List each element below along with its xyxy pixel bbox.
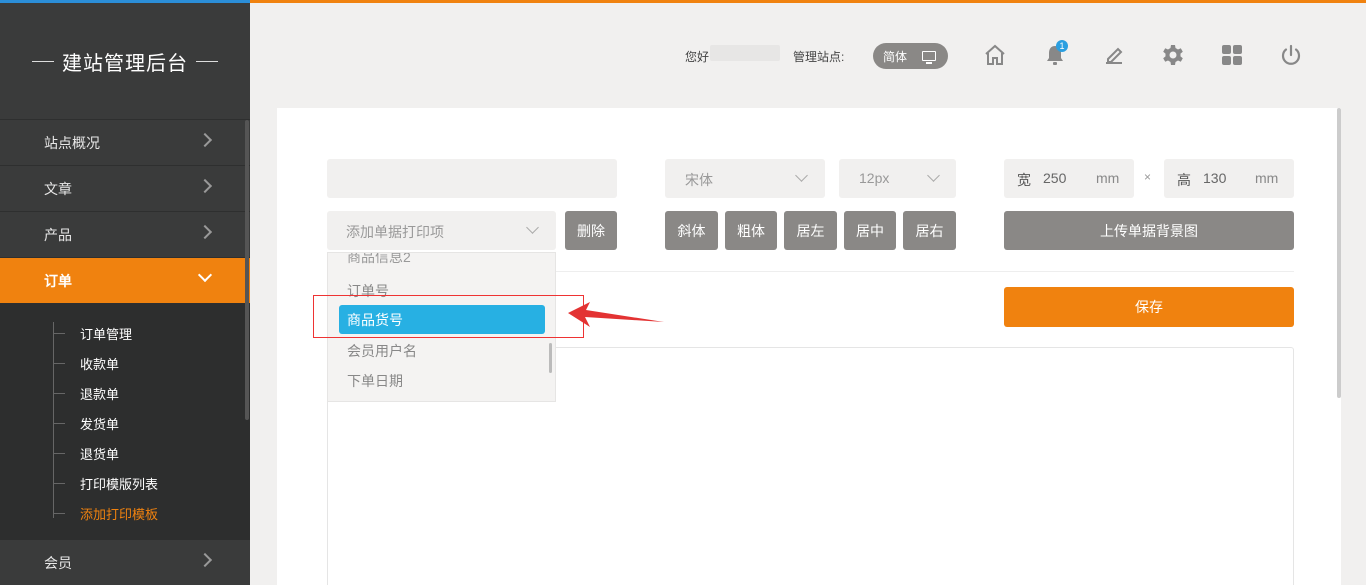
brand-dash-right bbox=[196, 60, 218, 62]
annotation-highlight-box bbox=[313, 295, 584, 338]
font-size-select[interactable]: 12px bbox=[839, 159, 956, 198]
sidebar-item-articles[interactable]: 文章 bbox=[0, 166, 250, 212]
width-label: 宽 bbox=[1017, 172, 1031, 188]
save-button[interactable]: 保存 bbox=[1004, 287, 1294, 327]
grid-icon[interactable] bbox=[1218, 41, 1246, 69]
subnav-item-add-print-template[interactable]: 添加打印模板 bbox=[0, 498, 250, 528]
monitor-icon bbox=[922, 51, 936, 64]
sidebar-item-label: 会员 bbox=[44, 554, 72, 571]
dropdown-option[interactable]: 会员用户名 bbox=[347, 341, 417, 361]
align-left-button[interactable]: 居左 bbox=[784, 211, 837, 250]
sidebar-item-orders[interactable]: 订单 bbox=[0, 258, 250, 304]
subnav-item-receipts[interactable]: 收款单 bbox=[0, 348, 250, 378]
subnav-item-refunds[interactable]: 退款单 bbox=[0, 378, 250, 408]
dropdown-option[interactable]: 下单日期 bbox=[347, 371, 403, 391]
notification-badge: 1 bbox=[1056, 40, 1068, 52]
italic-button[interactable]: 斜体 bbox=[665, 211, 718, 250]
sidebar-item-label: 站点概况 bbox=[44, 134, 100, 151]
site-label: 管理站点: bbox=[793, 50, 845, 64]
align-right-button[interactable]: 居右 bbox=[903, 211, 956, 250]
main-scrollbar[interactable] bbox=[1337, 108, 1341, 398]
brand-title: 建站管理后台 bbox=[62, 52, 188, 75]
chevron-down-icon bbox=[927, 169, 940, 182]
chevron-down-icon bbox=[526, 221, 539, 234]
brand: 建站管理后台 bbox=[0, 3, 250, 120]
height-label: 高 bbox=[1177, 172, 1191, 188]
dropdown-option-partial[interactable]: 商品信息2 bbox=[347, 253, 411, 267]
upload-background-button[interactable]: 上传单据背景图 bbox=[1004, 211, 1294, 250]
chevron-down-icon bbox=[795, 169, 808, 182]
sidebar-scrollbar[interactable] bbox=[245, 120, 249, 420]
height-unit: mm bbox=[1255, 170, 1279, 186]
sidebar-item-label: 订单 bbox=[44, 272, 72, 289]
username-blurred bbox=[710, 45, 780, 61]
width-unit: mm bbox=[1096, 170, 1120, 186]
sidebar-item-label: 产品 bbox=[44, 226, 72, 243]
sidebar-item-label: 文章 bbox=[44, 180, 72, 197]
chevron-right-icon bbox=[197, 132, 213, 148]
subnav-item-print-template-list[interactable]: 打印模版列表 bbox=[0, 468, 250, 498]
edit-icon[interactable] bbox=[1100, 41, 1128, 69]
home-icon[interactable] bbox=[981, 41, 1009, 69]
chevron-down-icon bbox=[197, 267, 213, 283]
chevron-right-icon bbox=[197, 224, 213, 240]
orders-subnav: 订单管理 收款单 退款单 发货单 退货单 打印模版列表 添加打印模板 bbox=[0, 304, 250, 540]
bell-icon[interactable]: 1 bbox=[1041, 40, 1069, 69]
width-value: 250 bbox=[1043, 170, 1067, 186]
sidebar-item-products[interactable]: 产品 bbox=[0, 212, 250, 258]
subnav-item-shipments[interactable]: 发货单 bbox=[0, 408, 250, 438]
language-switch-button[interactable]: 简体 bbox=[873, 43, 948, 69]
sidebar-item-overview[interactable]: 站点概况 bbox=[0, 120, 250, 166]
power-icon[interactable] bbox=[1277, 41, 1305, 69]
language-label: 简体 bbox=[883, 49, 908, 64]
header: 您好 管理站点: 简体 1 bbox=[250, 3, 1366, 108]
font-size-value: 12px bbox=[859, 170, 890, 186]
annotation-arrow-icon bbox=[568, 302, 664, 327]
width-field[interactable]: 宽 250 mm bbox=[1004, 159, 1134, 198]
dropdown-scrollbar[interactable] bbox=[549, 343, 552, 373]
chevron-right-icon bbox=[197, 178, 213, 194]
bold-button[interactable]: 粗体 bbox=[725, 211, 777, 250]
sidebar-item-members[interactable]: 会员 bbox=[0, 540, 250, 585]
sidebar: 建站管理后台 站点概况 文章 产品 订单 订单管理 收款单 退款单 发货单 退货… bbox=[0, 3, 250, 585]
template-name-input[interactable] bbox=[327, 159, 617, 198]
subnav-item-order-management[interactable]: 订单管理 bbox=[0, 318, 250, 348]
align-center-button[interactable]: 居中 bbox=[844, 211, 896, 250]
subnav-item-returns[interactable]: 退货单 bbox=[0, 438, 250, 468]
greeting: 您好 bbox=[685, 50, 710, 64]
font-family-value: 宋体 bbox=[685, 172, 713, 188]
height-field[interactable]: 高 130 mm bbox=[1164, 159, 1294, 198]
brand-dash-left bbox=[32, 60, 54, 62]
add-print-item-placeholder: 添加单据打印项 bbox=[346, 224, 444, 240]
add-print-item-select[interactable]: 添加单据打印项 bbox=[327, 211, 556, 250]
height-value: 130 bbox=[1203, 170, 1227, 186]
chevron-right-icon bbox=[197, 552, 213, 568]
delete-button[interactable]: 删除 bbox=[565, 211, 617, 250]
gear-icon[interactable] bbox=[1159, 41, 1187, 69]
times-sign: × bbox=[1144, 170, 1152, 184]
font-family-select[interactable]: 宋体 bbox=[665, 159, 825, 198]
